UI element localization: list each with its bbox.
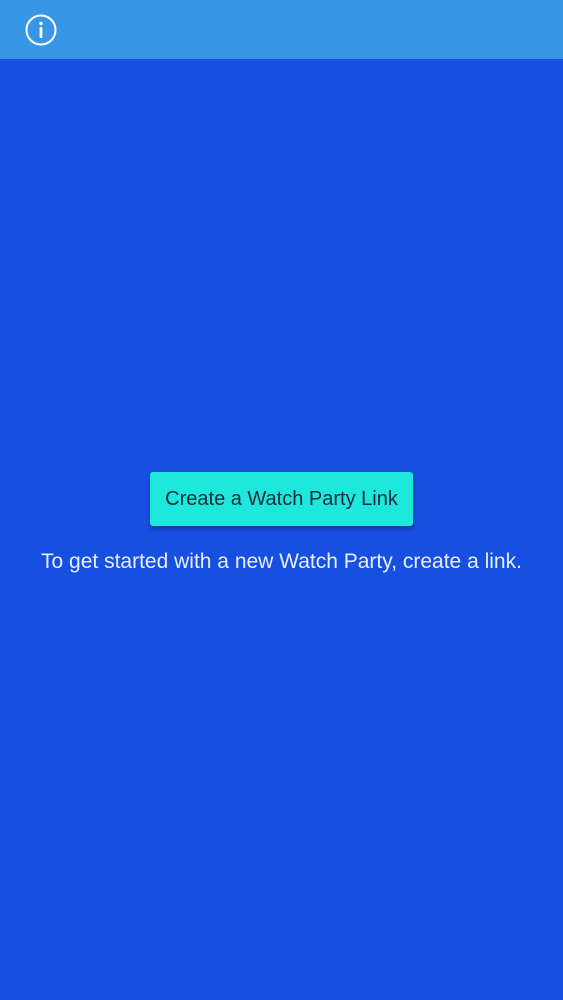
top-bar xyxy=(0,0,563,59)
info-icon[interactable] xyxy=(25,14,57,46)
main-content: Create a Watch Party Link To get started… xyxy=(0,59,563,1000)
get-started-help-text: To get started with a new Watch Party, c… xyxy=(41,550,522,573)
create-watch-party-link-button[interactable]: Create a Watch Party Link xyxy=(150,472,413,526)
